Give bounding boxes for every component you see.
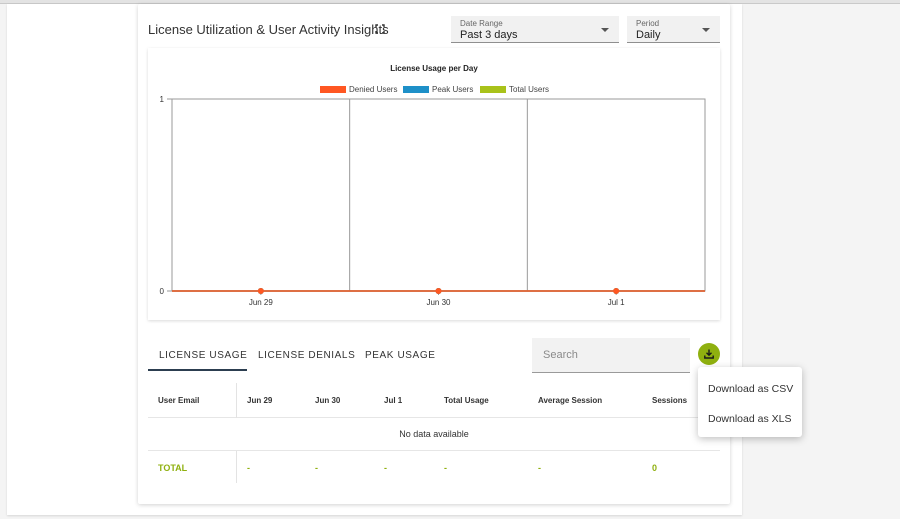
- total-jun-29: -: [247, 463, 250, 473]
- download-csv-option[interactable]: Download as CSV: [698, 374, 802, 402]
- download-menu: Download as CSV Download as XLS: [698, 367, 802, 437]
- col-sessions[interactable]: Sessions: [652, 396, 687, 405]
- x-tick-label: Jun 29: [249, 298, 274, 307]
- data-point: [613, 288, 620, 294]
- total-row: TOTAL - - - - - 0: [148, 451, 720, 483]
- legend-swatch: [480, 86, 506, 93]
- period-select[interactable]: Period Daily: [627, 16, 720, 43]
- legend-label: Denied Users: [349, 85, 397, 94]
- date-range-select[interactable]: Date Range Past 3 days: [451, 16, 619, 43]
- col-jul-1[interactable]: Jul 1: [384, 396, 402, 405]
- column-divider: [236, 451, 237, 483]
- period-label: Period: [636, 19, 660, 28]
- chart-title: License Usage per Day: [390, 64, 478, 73]
- y-tick-label: 1: [160, 95, 165, 104]
- data-point: [435, 288, 442, 294]
- date-range-value: Past 3 days: [460, 29, 518, 41]
- search-field[interactable]: [532, 338, 690, 373]
- col-jun-30[interactable]: Jun 30: [315, 396, 340, 405]
- total-sessions: 0: [652, 463, 658, 473]
- chart-svg: License Usage per Day Denied Users Peak Us…: [160, 64, 706, 307]
- legend-label: Total Users: [509, 85, 549, 94]
- legend-swatch: [320, 86, 346, 93]
- x-tick-label: Jul 1: [608, 298, 625, 307]
- download-icon: [704, 349, 714, 359]
- data-point: [257, 288, 264, 294]
- tab-license-usage[interactable]: LICENSE USAGE: [148, 340, 247, 371]
- expand-icon[interactable]: [375, 24, 385, 34]
- column-divider: [236, 383, 237, 418]
- col-total-usage[interactable]: Total Usage: [444, 396, 489, 405]
- date-range-label: Date Range: [460, 19, 503, 28]
- total-label: TOTAL: [158, 463, 188, 473]
- total-average-session: -: [538, 463, 541, 473]
- total-usage: -: [444, 463, 447, 473]
- chevron-down-icon: [702, 28, 710, 32]
- col-user-email[interactable]: User Email: [158, 396, 199, 405]
- total-jul-1: -: [384, 463, 387, 473]
- table-header: User Email Jun 29 Jun 30 Jul 1 Total Usa…: [148, 383, 720, 418]
- search-input[interactable]: [543, 349, 683, 361]
- tab-peak-usage[interactable]: PEAK USAGE: [365, 340, 435, 371]
- tab-license-denials[interactable]: LICENSE DENIALS: [258, 340, 355, 371]
- legend-label: Peak Users: [432, 85, 473, 94]
- x-tick-label: Jun 30: [426, 298, 451, 307]
- download-xls-option[interactable]: Download as XLS: [698, 404, 802, 432]
- chevron-down-icon: [601, 28, 609, 32]
- download-button[interactable]: [698, 343, 720, 365]
- plot-area: [171, 98, 706, 292]
- col-average-session[interactable]: Average Session: [538, 396, 602, 405]
- period-value: Daily: [636, 29, 661, 41]
- license-usage-chart: License Usage per Day Denied Users Peak Us…: [148, 48, 720, 320]
- col-jun-29[interactable]: Jun 29: [247, 396, 272, 405]
- empty-state-text: No data available: [148, 418, 720, 451]
- y-tick-label: 0: [160, 287, 165, 296]
- total-jun-30: -: [315, 463, 318, 473]
- card-title: License Utilization & User Activity Insi…: [148, 22, 389, 37]
- legend-swatch: [403, 86, 429, 93]
